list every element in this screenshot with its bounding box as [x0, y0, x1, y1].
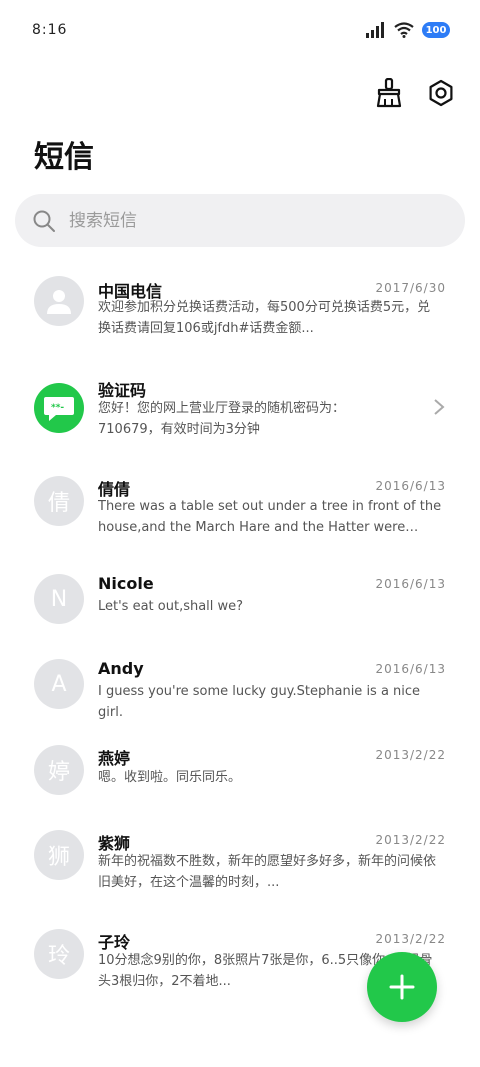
settings-button[interactable] [424, 76, 458, 110]
avatar [34, 276, 84, 326]
message-item[interactable]: N Nicole 2016/6/13 Let's eat out,shall w… [0, 574, 480, 654]
signal-icon [366, 22, 384, 38]
new-message-button[interactable] [367, 952, 437, 1022]
plus-icon [389, 974, 415, 1000]
person-icon [47, 290, 71, 314]
broom-icon [376, 78, 402, 108]
battery-icon: 100 [422, 22, 450, 38]
message-snippet: 欢迎参加积分兑换话费活动，每500分可兑换话费5元，兑换话费请回复106或jfd… [98, 300, 431, 336]
search-input[interactable] [67, 209, 431, 232]
wifi-icon [394, 22, 414, 38]
search-bar[interactable] [15, 194, 465, 247]
gear-icon [429, 79, 453, 107]
avatar: A [34, 659, 84, 709]
message-snippet: There was a table set out under a tree i… [98, 499, 442, 535]
message-snippet: Let's eat out,shall we? [98, 599, 244, 614]
message-snippet: 新年的祝福数不胜数，新年的愿望好多好多，新年的问候依旧美好，在这个温馨的时刻，.… [98, 854, 437, 890]
message-item[interactable]: 狮 紫狮 2013/2/22 新年的祝福数不胜数，新年的愿望好多好多，新年的问候… [0, 830, 480, 910]
message-date: 2017/6/30 [375, 281, 446, 295]
message-date: 2016/6/13 [375, 662, 446, 676]
message-date: 2016/6/13 [375, 577, 446, 591]
message-date: 2013/2/22 [375, 932, 446, 946]
page-title: 短信 [34, 140, 94, 175]
avatar: **- [34, 383, 84, 433]
avatar: 狮 [34, 830, 84, 880]
clean-button[interactable] [372, 76, 406, 110]
message-item[interactable]: 中国电信 2017/6/30 欢迎参加积分兑换话费活动，每500分可兑换话费5元… [0, 276, 480, 356]
sender-name: Andy [98, 659, 144, 678]
status-icons: 100 [366, 22, 450, 38]
sender-name: 燕婷 [98, 749, 131, 768]
message-item[interactable]: **- 验证码 您好！您的网上营业厅登录的随机密码为：710679，有效时间为3… [0, 381, 480, 463]
avatar: 倩 [34, 476, 84, 526]
message-date: 2013/2/22 [375, 833, 446, 847]
avatar: 婷 [34, 745, 84, 795]
sender-name: Nicole [98, 574, 154, 593]
message-snippet: 嗯。收到啦。同乐同乐。 [98, 770, 242, 785]
message-item[interactable]: 倩 倩倩 2016/6/13 There was a table set out… [0, 476, 480, 556]
message-date: 2016/6/13 [375, 479, 446, 493]
message-date: 2013/2/22 [375, 748, 446, 762]
chevron-right-icon [434, 399, 445, 415]
avatar: 玲 [34, 929, 84, 979]
toolbar [372, 76, 458, 110]
search-icon [31, 208, 57, 234]
message-item[interactable]: A Andy 2016/6/13 I guess you're some luc… [0, 659, 480, 739]
status-time: 8:16 [32, 22, 68, 38]
message-snippet: 您好！您的网上营业厅登录的随机密码为：710679，有效时间为3分钟 [98, 401, 346, 437]
status-bar: 8:16 100 [0, 0, 480, 64]
avatar: N [34, 574, 84, 624]
chat-bubble-icon: **- [44, 397, 74, 421]
svg-text:**-: **- [51, 403, 64, 413]
message-item[interactable]: 婷 燕婷 2013/2/22 嗯。收到啦。同乐同乐。 [0, 745, 480, 825]
message-snippet: I guess you're some lucky guy.Stephanie … [98, 684, 421, 720]
